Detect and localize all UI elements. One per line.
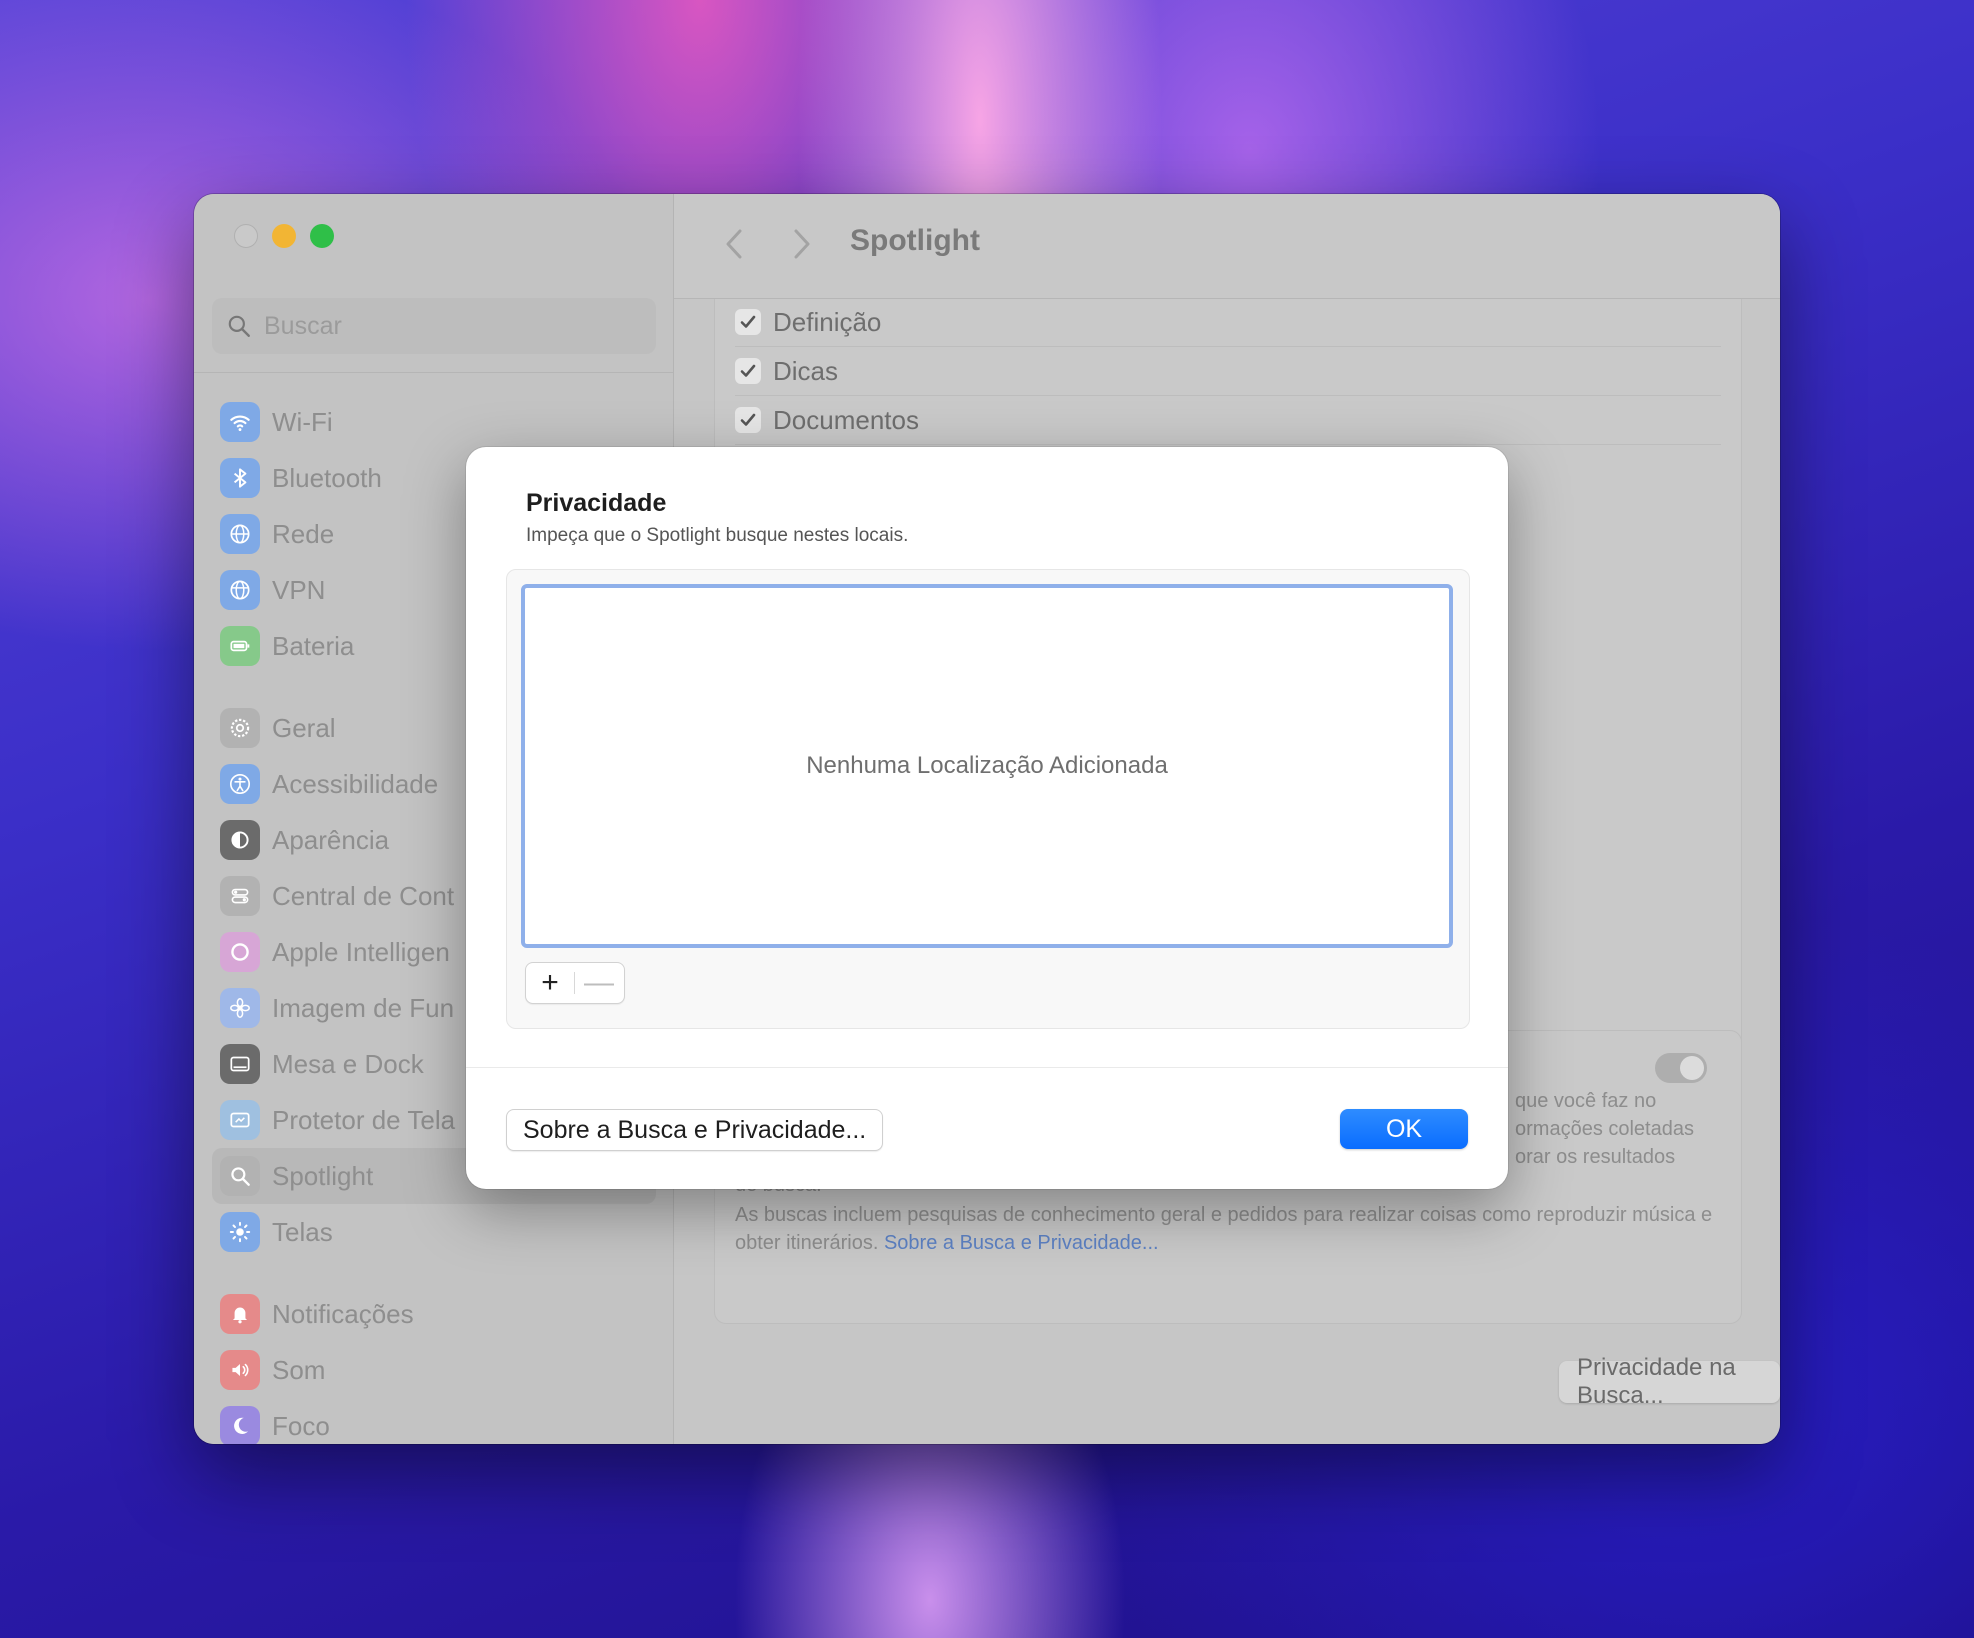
add-remove-control: + —: [525, 962, 625, 1004]
checkmark-icon: [740, 315, 756, 328]
sidebar-item-label: Rede: [272, 518, 335, 549]
vpn-globe-icon: [220, 570, 260, 610]
search-icon: [228, 315, 250, 337]
chevron-right-icon: [794, 229, 810, 259]
sidebar-item-label: Spotlight: [272, 1160, 374, 1191]
help-apple-improve-toggle[interactable]: [1655, 1053, 1707, 1083]
category-checkbox[interactable]: [735, 309, 761, 335]
back-button[interactable]: [714, 224, 754, 264]
zoom-button[interactable]: [310, 224, 334, 248]
about-search-privacy-link[interactable]: Sobre a Busca e Privacidade...: [884, 1232, 1159, 1254]
accessibility-icon: [220, 764, 260, 804]
sidebar-item-telas[interactable]: Telas: [212, 1204, 656, 1260]
sidebar-item-label: Central de Cont: [272, 880, 455, 911]
category-label: Dicas: [773, 355, 839, 386]
dialog-subtitle: Impeça que o Spotlight busque nestes loc…: [526, 525, 909, 546]
sidebar-item-label: Bluetooth: [272, 462, 382, 493]
dock-icon: [220, 1044, 260, 1084]
bluetooth-icon: [220, 458, 260, 498]
appearance-icon: [220, 820, 260, 860]
privacy-note-text: As buscas incluem pesquisas de conhecime…: [735, 1204, 1713, 1254]
sidebar-item-label: Geral: [272, 712, 336, 743]
privacy-dialog: Privacidade Impeça que o Spotlight busqu…: [466, 447, 1508, 1189]
dialog-divider: [466, 1067, 1508, 1068]
category-label: Documentos: [773, 404, 919, 435]
sidebar-item-notifica-es[interactable]: Notificações: [212, 1286, 656, 1342]
sidebar-item-label: Imagem de Fun: [272, 992, 455, 1023]
display-icon: [220, 1212, 260, 1252]
about-search-privacy-button[interactable]: Sobre a Busca e Privacidade...: [506, 1109, 884, 1151]
sidebar-item-label: Bateria: [272, 630, 355, 661]
spotlight-icon: [220, 1156, 260, 1196]
sidebar-item-wi-fi[interactable]: Wi-Fi: [212, 394, 656, 450]
category-checkbox[interactable]: [735, 358, 761, 384]
forward-button[interactable]: [782, 224, 822, 264]
sidebar-item-som[interactable]: Som: [212, 1342, 656, 1398]
sidebar-divider: [194, 372, 673, 373]
privacy-note: As buscas incluem pesquisas de conhecime…: [735, 1201, 1715, 1257]
dialog-title: Privacidade: [526, 489, 667, 517]
category-checkbox[interactable]: [735, 407, 761, 433]
checkmark-icon: [740, 413, 756, 426]
toolbar: Spotlight: [674, 194, 1780, 299]
sidebar-item-label: Aparência: [272, 824, 390, 855]
remove-location-button[interactable]: —: [575, 963, 623, 1003]
control-center-icon: [220, 876, 260, 916]
category-row: Definição: [735, 298, 1721, 347]
sidebar-item-label: Protetor de Tela: [272, 1104, 456, 1135]
sidebar-item-label: Notificações: [272, 1298, 414, 1329]
moon-icon: [220, 1406, 260, 1444]
ok-button[interactable]: OK: [1340, 1109, 1468, 1149]
wallpaper-icon: [220, 988, 260, 1028]
category-label: Definição: [773, 306, 882, 337]
category-checklist: Definição Dicas Documentos: [715, 298, 1741, 445]
chevron-left-icon: [726, 229, 742, 259]
sidebar-item-label: Apple Intelligen: [272, 936, 450, 967]
search-privacy-button[interactable]: Privacidade na Busca...: [1559, 1354, 1780, 1409]
add-location-button[interactable]: +: [526, 963, 574, 1003]
minimize-button[interactable]: [272, 224, 296, 248]
checkmark-icon: [740, 364, 756, 377]
sidebar-item-label: Acessibilidade: [272, 768, 439, 799]
gear-icon: [220, 708, 260, 748]
sidebar-item-label: Mesa e Dock: [272, 1048, 424, 1079]
globe-icon: [220, 514, 260, 554]
excluded-locations-list[interactable]: Nenhuma Localização Adicionada: [521, 584, 1453, 948]
category-row: Dicas: [735, 347, 1721, 396]
search-input[interactable]: Buscar: [212, 298, 656, 354]
search-placeholder: Buscar: [264, 311, 342, 340]
sidebar-item-label: Wi-Fi: [272, 406, 333, 437]
excluded-locations-box: Nenhuma Localização Adicionada + —: [506, 569, 1470, 1029]
sidebar-item-label: VPN: [272, 574, 326, 605]
sidebar-item-label: Telas: [272, 1216, 333, 1247]
speaker-icon: [220, 1350, 260, 1390]
sidebar-item-label: Som: [272, 1354, 326, 1385]
sidebar-item-label: Foco: [272, 1410, 330, 1441]
page-title: Spotlight: [850, 224, 980, 257]
category-row: Documentos: [735, 396, 1721, 445]
screensaver-icon: [220, 1100, 260, 1140]
wifi-icon: [220, 402, 260, 442]
empty-list-message: Nenhuma Localização Adicionada: [806, 752, 1168, 779]
apple-intelligence-icon: [220, 932, 260, 972]
battery-icon: [220, 626, 260, 666]
sidebar-item-foco[interactable]: Foco: [212, 1398, 656, 1444]
bell-icon: [220, 1294, 260, 1334]
traffic-lights: [234, 224, 334, 248]
close-button[interactable]: [234, 224, 258, 248]
